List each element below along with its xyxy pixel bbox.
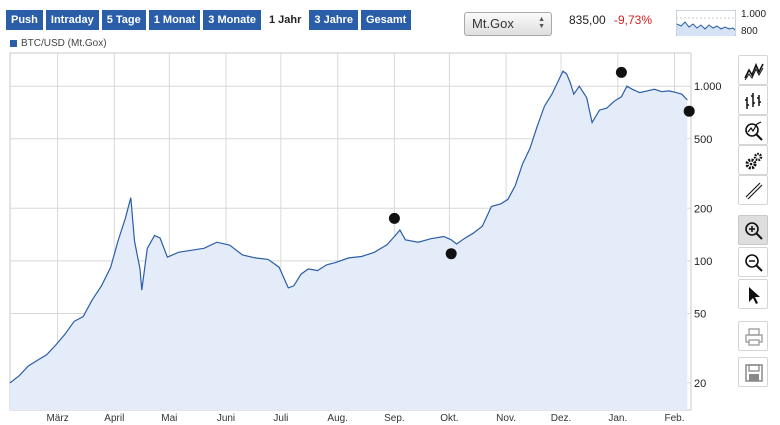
ohlc-chart-icon — [745, 93, 761, 109]
pointer-icon — [749, 287, 760, 304]
save-button[interactable] — [738, 357, 768, 387]
x-tick-label: Okt. — [440, 413, 458, 424]
settings-icon — [745, 152, 763, 170]
ohlc-chart-button[interactable] — [738, 85, 768, 115]
indicators-icon — [745, 121, 763, 141]
x-tick-label: Mai — [161, 413, 177, 424]
x-tick-label: März — [46, 413, 68, 424]
x-tick-label: Dez. — [551, 413, 572, 424]
x-tick-label: Juni — [217, 413, 235, 424]
zoom-out-button[interactable] — [738, 247, 768, 277]
y-tick-label: 50 — [694, 309, 706, 321]
indicators-button[interactable] — [738, 115, 768, 145]
settings-button[interactable] — [738, 145, 768, 175]
zoom-in-icon — [745, 222, 763, 240]
mini-chart-high-label: 1.000 — [741, 9, 767, 20]
y-tick-label: 1.000 — [694, 81, 722, 93]
zoom-out-icon — [745, 254, 763, 272]
print-icon — [745, 328, 763, 346]
line-chart-icon — [744, 62, 764, 81]
y-axis-labels: 20 50 100 200 500 1.000 — [694, 81, 722, 390]
y-tick-label: 500 — [694, 134, 712, 146]
print-button[interactable] — [738, 321, 768, 351]
x-tick-label: Sep. — [384, 413, 405, 424]
pointer-button[interactable] — [738, 279, 768, 309]
zoom-in-button[interactable] — [738, 215, 768, 245]
mini-chart-low-label: 800 — [741, 26, 758, 37]
event-marker — [388, 212, 400, 224]
y-tick-label: 20 — [694, 378, 706, 390]
event-marker — [683, 105, 695, 117]
event-marker — [615, 66, 627, 78]
x-tick-label: Aug. — [327, 413, 348, 424]
save-icon — [745, 364, 763, 382]
x-tick-label: Nov. — [496, 413, 516, 424]
draw-line-button[interactable] — [738, 175, 768, 205]
y-tick-label: 100 — [694, 256, 712, 268]
x-axis-labels: März April Mai Juni Juli Aug. Sep. Okt. Nov. Dez.… — [46, 413, 684, 424]
x-tick-label: April — [104, 413, 124, 424]
x-tick-label: Feb. — [664, 413, 684, 424]
draw-line-icon — [745, 182, 763, 200]
x-tick-label: Juli — [273, 413, 288, 424]
price-chart[interactable]: 20 50 100 200 500 1.000 März April Mai Juni Juli A… — [0, 0, 736, 425]
y-tick-label: 200 — [694, 203, 712, 215]
x-tick-label: Jan. — [608, 413, 627, 424]
event-marker — [445, 248, 457, 260]
line-chart-button[interactable] — [738, 55, 768, 85]
